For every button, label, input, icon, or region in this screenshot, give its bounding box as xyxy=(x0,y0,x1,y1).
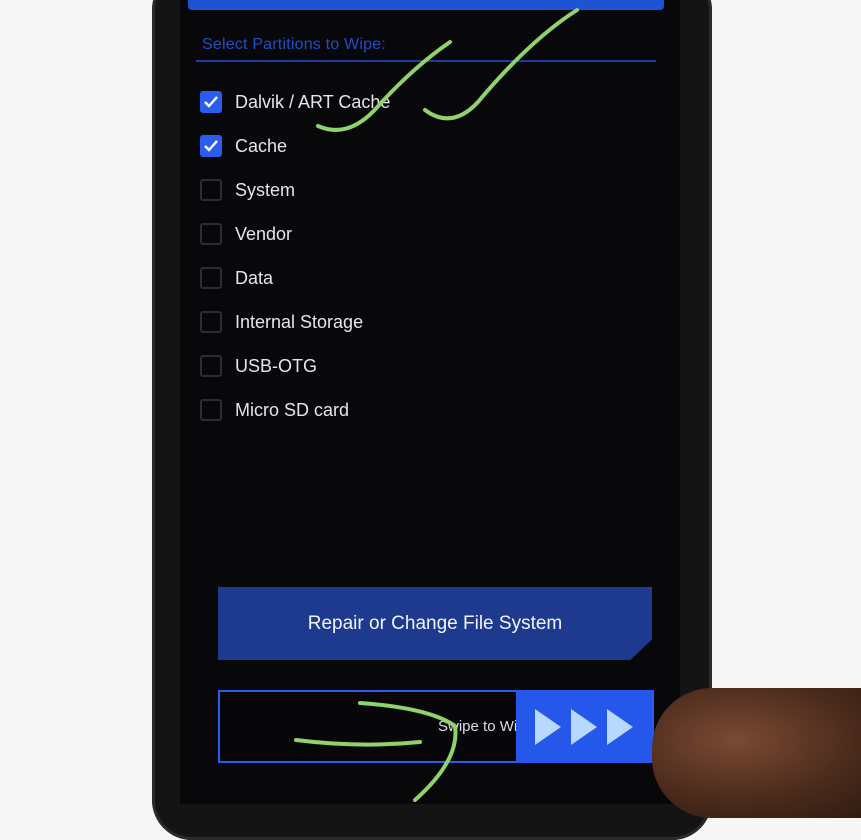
partition-label: Dalvik / ART Cache xyxy=(235,91,391,112)
partition-label: Internal Storage xyxy=(235,311,364,332)
swipe-arrow-icon xyxy=(571,708,597,745)
checkmark-icon xyxy=(204,96,218,108)
checkbox[interactable] xyxy=(200,355,222,377)
checkbox[interactable] xyxy=(200,311,222,333)
section-title: Select Partitions to Wipe: xyxy=(202,36,386,53)
partition-item[interactable]: USB-OTG xyxy=(200,344,620,388)
checkmark-icon xyxy=(204,140,218,152)
partition-list: Dalvik / ART Cache Cache System Vendor D… xyxy=(200,80,620,432)
partition-item[interactable]: Dalvik / ART Cache xyxy=(200,80,620,124)
partition-label: System xyxy=(235,179,296,200)
checkbox[interactable] xyxy=(200,223,222,245)
swipe-to-wipe-slider[interactable]: Swipe to Wipe xyxy=(218,690,654,763)
swipe-arrow-icon xyxy=(607,708,633,745)
partition-item[interactable]: Micro SD card xyxy=(200,388,620,432)
twrp-screen: Select Partitions to Wipe: Dalvik / ART … xyxy=(180,0,680,804)
checkbox[interactable] xyxy=(200,179,222,201)
divider xyxy=(196,60,656,62)
checkbox[interactable] xyxy=(200,399,222,421)
partition-label: Cache xyxy=(235,135,288,156)
partition-item[interactable]: System xyxy=(200,168,620,212)
partition-label: Micro SD card xyxy=(235,399,350,420)
repair-file-system-button[interactable]: Repair or Change File System xyxy=(218,587,652,660)
partition-item[interactable]: Data xyxy=(200,256,620,300)
finger xyxy=(652,688,861,818)
partition-item[interactable]: Internal Storage xyxy=(200,300,620,344)
repair-button-label: Repair or Change File System xyxy=(307,612,563,634)
checkbox[interactable] xyxy=(200,267,222,289)
partition-item[interactable]: Vendor xyxy=(200,212,620,256)
swipe-handle[interactable] xyxy=(516,690,652,763)
partition-item[interactable]: Cache xyxy=(200,124,620,168)
swipe-arrow-icon xyxy=(535,708,561,745)
checkbox[interactable] xyxy=(200,135,222,157)
header-bar xyxy=(188,0,664,10)
checkbox[interactable] xyxy=(200,91,222,113)
partition-label: Vendor xyxy=(235,223,293,244)
partition-label: Data xyxy=(235,267,274,288)
partition-label: USB-OTG xyxy=(235,355,318,376)
